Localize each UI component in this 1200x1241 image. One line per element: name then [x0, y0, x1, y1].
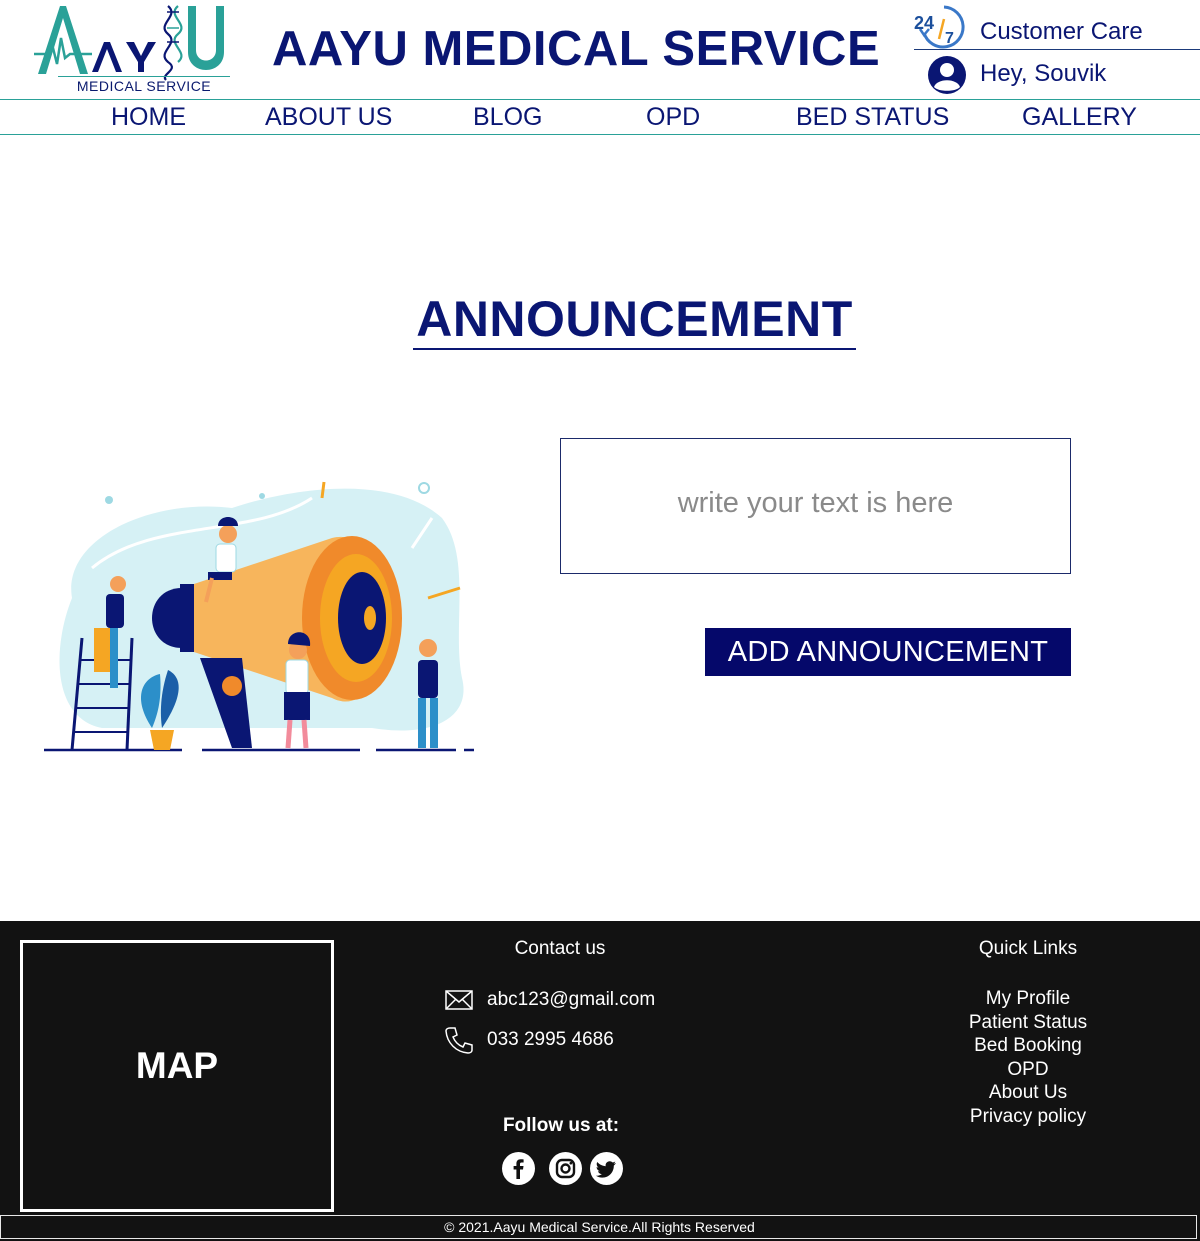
- email-icon: [445, 990, 473, 1010]
- quick-link-about-us[interactable]: About Us: [940, 1081, 1116, 1105]
- contact-phone[interactable]: 033 2995 4686: [444, 1025, 644, 1055]
- quick-link-opd[interactable]: OPD: [940, 1058, 1116, 1082]
- nav-about-us[interactable]: ABOUT US: [265, 103, 392, 132]
- email-text: abc123@gmail.com: [487, 989, 656, 1010]
- customer-care[interactable]: 24 7 Customer Care: [914, 2, 1200, 50]
- nav-gallery[interactable]: GALLERY: [1022, 103, 1137, 132]
- nav-bed-status[interactable]: BED STATUS: [796, 103, 949, 132]
- user-menu[interactable]: Hey, Souvik: [926, 52, 1196, 96]
- megaphone-illustration-icon: [44, 481, 474, 752]
- quick-link-privacy-policy[interactable]: Privacy policy: [940, 1105, 1116, 1129]
- user-greeting: Hey, Souvik: [980, 60, 1107, 87]
- site-logo[interactable]: MEDICAL SERVICE: [30, 2, 230, 94]
- svg-text:7: 7: [945, 30, 954, 47]
- site-footer: MAP Contact us abc123@gmail.com 033 2995…: [0, 921, 1200, 1241]
- svg-text:24: 24: [914, 13, 934, 33]
- map-placeholder[interactable]: MAP: [20, 940, 334, 1212]
- main-nav: HOME ABOUT US BLOG OPD BED STATUS GALLER…: [0, 99, 1200, 135]
- user-avatar-icon: [928, 56, 966, 94]
- support-24-7-icon: 24 7: [914, 5, 965, 49]
- instagram-icon[interactable]: [549, 1152, 582, 1185]
- page-title: ANNOUNCEMENT: [413, 290, 856, 350]
- contact-title: Contact us: [514, 938, 606, 959]
- nav-blog[interactable]: BLOG: [473, 103, 542, 132]
- quick-link-patient-status[interactable]: Patient Status: [940, 1011, 1116, 1035]
- quick-links-list: My Profile Patient Status Bed Booking OP…: [940, 987, 1116, 1128]
- site-header: MEDICAL SERVICE AAYU MEDICAL SERVICE 24 …: [0, 0, 1200, 99]
- announcement-text-box[interactable]: [560, 438, 1071, 574]
- announcement-input[interactable]: [561, 439, 1070, 573]
- map-label: MAP: [135, 1045, 219, 1086]
- site-title: AAYU MEDICAL SERVICE: [272, 22, 881, 76]
- facebook-icon[interactable]: [502, 1152, 535, 1185]
- add-announcement-button[interactable]: ADD ANNOUNCEMENT: [705, 628, 1071, 676]
- customer-care-label: Customer Care: [980, 18, 1143, 45]
- quick-link-my-profile[interactable]: My Profile: [940, 987, 1116, 1011]
- logo-subtitle: MEDICAL SERVICE: [58, 76, 230, 94]
- quick-links-title: Quick Links: [978, 938, 1078, 959]
- phone-icon: [445, 1027, 473, 1054]
- nav-home[interactable]: HOME: [111, 103, 186, 132]
- nav-opd[interactable]: OPD: [646, 103, 700, 132]
- copyright-text: © 2021.Aayu Medical Service.All Rights R…: [444, 1219, 755, 1235]
- follow-title: Follow us at:: [502, 1115, 620, 1136]
- quick-link-bed-booking[interactable]: Bed Booking: [940, 1034, 1116, 1058]
- phone-text: 033 2995 4686: [487, 1029, 614, 1050]
- twitter-icon[interactable]: [590, 1152, 623, 1185]
- copyright-bar: © 2021.Aayu Medical Service.All Rights R…: [0, 1215, 1197, 1239]
- contact-email[interactable]: abc123@gmail.com: [444, 985, 674, 1015]
